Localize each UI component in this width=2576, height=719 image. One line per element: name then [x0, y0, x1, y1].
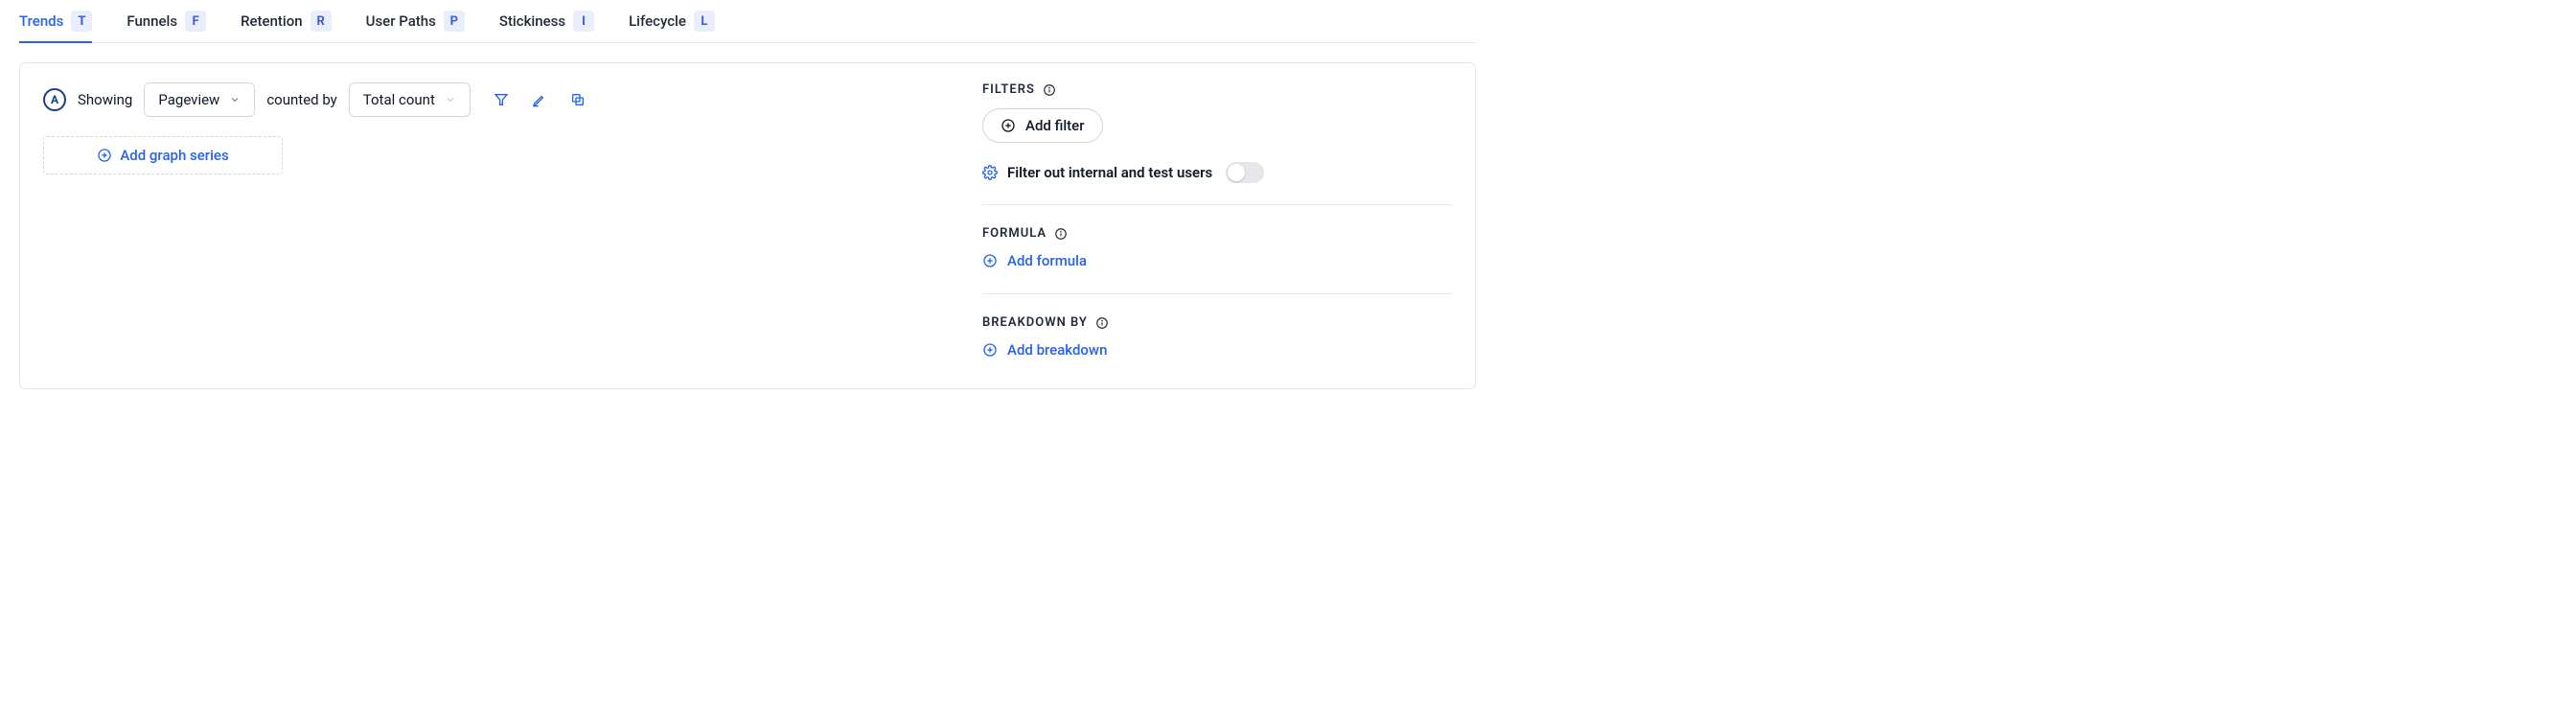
- tab-shortcut: L: [694, 11, 715, 32]
- showing-label: Showing: [78, 91, 132, 108]
- filter-internal-row: Filter out internal and test users: [982, 162, 1452, 183]
- add-series-button[interactable]: Add graph series: [43, 136, 283, 174]
- gear-icon[interactable]: [982, 165, 998, 180]
- series-filter-button[interactable]: [488, 86, 515, 113]
- add-formula-label: Add formula: [1007, 252, 1087, 269]
- series-duplicate-button[interactable]: [564, 86, 591, 113]
- plus-circle-icon: [982, 342, 998, 358]
- add-formula-button[interactable]: Add formula: [982, 252, 1087, 269]
- counted-by-label: counted by: [266, 91, 336, 108]
- config-panel: A Showing Pageview counted by Total coun…: [19, 62, 1476, 389]
- filters-heading: FILTERS: [982, 82, 1452, 97]
- insight-tabs: Trends T Funnels F Retention R User Path…: [19, 0, 1476, 43]
- series-badge: A: [43, 88, 66, 111]
- tab-label: Retention: [241, 12, 303, 30]
- breakdown-heading-label: BREAKDOWN BY: [982, 315, 1088, 330]
- series-column: A Showing Pageview counted by Total coun…: [43, 82, 954, 361]
- plus-circle-icon: [97, 148, 112, 163]
- add-filter-button[interactable]: Add filter: [982, 108, 1103, 143]
- tab-user-paths[interactable]: User Paths P: [366, 0, 465, 42]
- count-type-selector[interactable]: Total count: [349, 82, 471, 117]
- tab-shortcut: T: [71, 11, 92, 32]
- tab-shortcut: R: [310, 11, 332, 32]
- series-row-a: A Showing Pageview counted by Total coun…: [43, 82, 954, 117]
- info-icon[interactable]: [1095, 316, 1109, 330]
- add-breakdown-button[interactable]: Add breakdown: [982, 341, 1107, 359]
- tab-funnels[interactable]: Funnels F: [126, 0, 206, 42]
- pencil-icon: [532, 92, 547, 107]
- sidebar-column: FILTERS Add filter Filter out internal a…: [982, 82, 1452, 361]
- filter-internal-label: Filter out internal and test users: [1007, 164, 1212, 181]
- breakdown-heading: BREAKDOWN BY: [982, 315, 1452, 330]
- formula-heading-label: FORMULA: [982, 226, 1046, 241]
- formula-heading: FORMULA: [982, 226, 1452, 241]
- event-selector[interactable]: Pageview: [144, 82, 255, 117]
- tab-label: Trends: [19, 12, 63, 30]
- tab-label: Funnels: [126, 12, 177, 30]
- event-selector-value: Pageview: [158, 91, 219, 108]
- tab-shortcut: F: [185, 11, 206, 32]
- divider: [982, 204, 1452, 205]
- tab-retention[interactable]: Retention R: [241, 0, 332, 42]
- chevron-down-icon: [229, 94, 241, 105]
- add-filter-label: Add filter: [1025, 117, 1085, 134]
- tab-trends[interactable]: Trends T: [19, 0, 92, 42]
- series-rename-button[interactable]: [526, 86, 553, 113]
- add-breakdown-label: Add breakdown: [1007, 341, 1107, 359]
- plus-circle-icon: [1000, 118, 1016, 133]
- info-icon[interactable]: [1054, 227, 1068, 241]
- tab-label: Lifecycle: [629, 12, 686, 30]
- tab-shortcut: P: [444, 11, 465, 32]
- filters-heading-label: FILTERS: [982, 82, 1035, 97]
- count-type-value: Total count: [363, 91, 435, 108]
- plus-circle-icon: [982, 253, 998, 268]
- tab-label: User Paths: [366, 12, 436, 30]
- tab-lifecycle[interactable]: Lifecycle L: [629, 0, 715, 42]
- chevron-down-icon: [445, 94, 456, 105]
- add-series-label: Add graph series: [120, 147, 228, 164]
- tab-stickiness[interactable]: Stickiness I: [499, 0, 594, 42]
- info-icon[interactable]: [1043, 83, 1056, 97]
- divider: [982, 293, 1452, 294]
- copy-icon: [570, 92, 586, 107]
- filter-icon: [494, 92, 509, 107]
- tab-shortcut: I: [573, 11, 594, 32]
- filter-internal-toggle[interactable]: [1226, 162, 1264, 183]
- tab-label: Stickiness: [499, 12, 565, 30]
